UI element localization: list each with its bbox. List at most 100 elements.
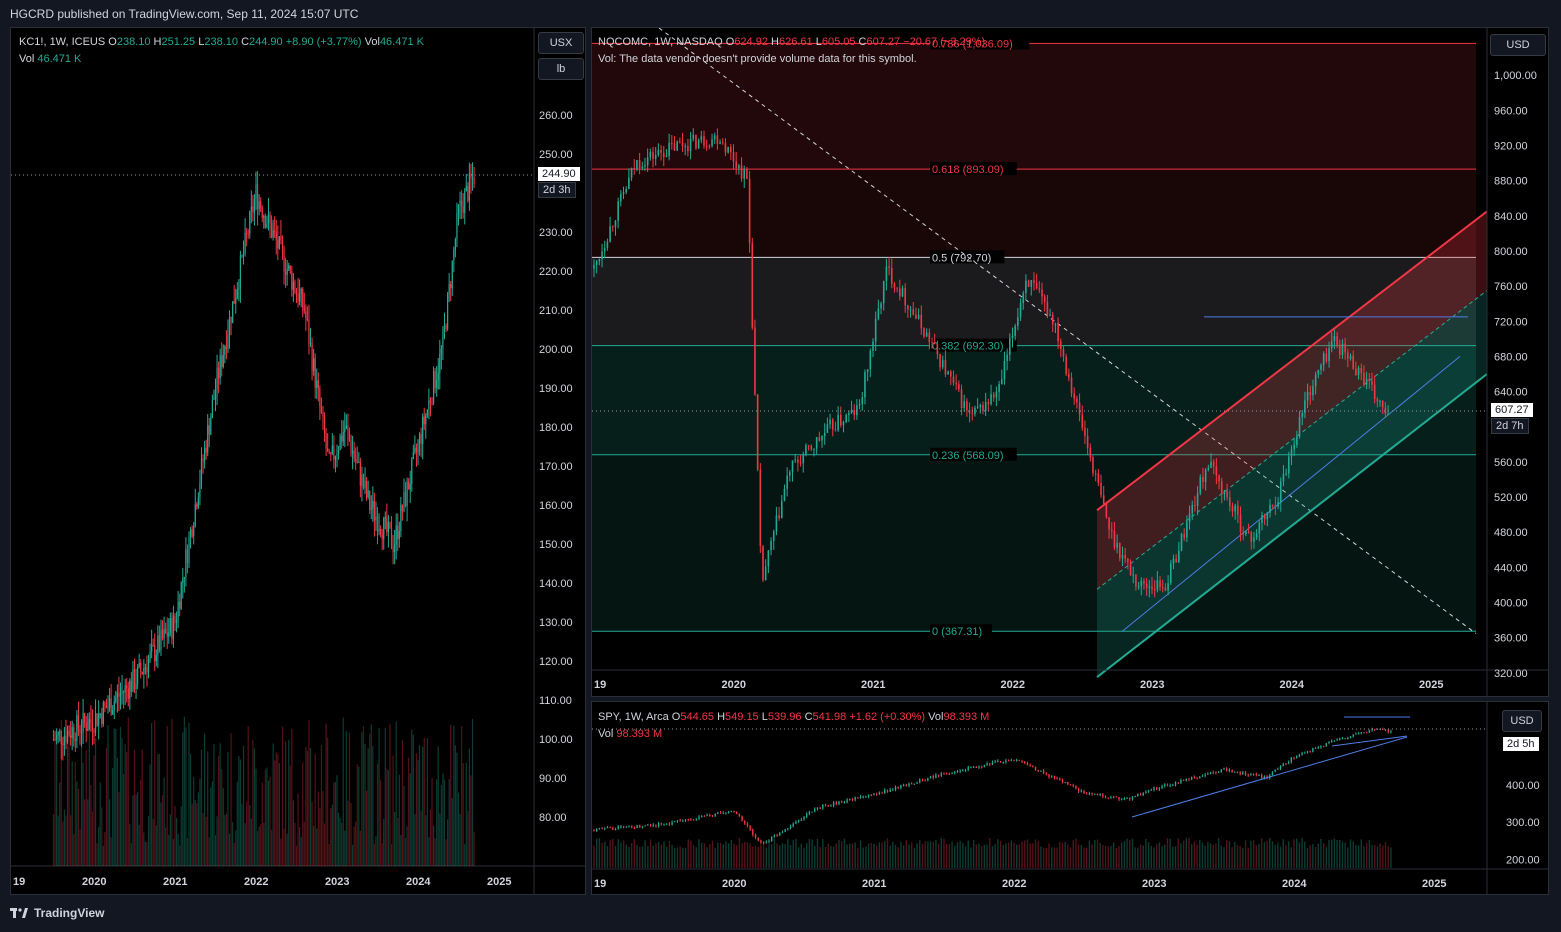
- spy-volume-bar: [1263, 842, 1266, 868]
- kc-candle-body: [320, 406, 323, 413]
- kc-volume-bar: [470, 775, 472, 866]
- kc-candle-body: [155, 655, 157, 662]
- kc-chart-svg[interactable]: 260.00250.00230.00220.00210.00200.00190.…: [11, 28, 586, 895]
- spy-candle-body: [1013, 760, 1015, 762]
- spy-volume-bar: [690, 840, 692, 868]
- nq-candle-body: [716, 135, 719, 144]
- nq-candle-body: [866, 369, 869, 372]
- nq-candle-body: [1108, 517, 1110, 530]
- kc-candle-body: [93, 730, 95, 733]
- spy-candle-body: [593, 829, 595, 832]
- nq-candle-body: [1274, 505, 1277, 507]
- spy-volume-bar: [1115, 847, 1118, 868]
- spy-chart-svg[interactable]: 400.00300.00200.00 19 2020 2021 2022 2023 202…: [592, 702, 1549, 895]
- spy-candle-body: [1018, 759, 1021, 761]
- nq-candle-body: [1148, 586, 1151, 588]
- kc-volume-bar: [147, 815, 150, 866]
- kc-volume-bar: [439, 813, 441, 866]
- nq-candle-body: [1271, 504, 1274, 506]
- kc-currency-button[interactable]: USX: [538, 32, 584, 54]
- spy-volume-bar: [1131, 838, 1134, 868]
- kc-volume-bar: [79, 828, 81, 866]
- kc-candle-body: [238, 288, 240, 290]
- spy-volume-bar: [709, 844, 711, 868]
- spy-candle-body: [1040, 770, 1042, 772]
- spy-volume-bar: [1088, 840, 1091, 868]
- spy-volume-bar: [622, 840, 625, 868]
- kc-x-tick-1: 2020: [82, 876, 106, 888]
- kc-volume-bar: [166, 725, 168, 866]
- nqcomc-currency-button[interactable]: USD: [1490, 34, 1546, 56]
- kc-candle-body: [403, 491, 405, 512]
- spy-candle-body: [1032, 765, 1034, 768]
- kc-volume-bar: [448, 779, 450, 866]
- spy-chart-panel[interactable]: 400.00 300.00 200.00 19 2020 2021 2022 2023 202…: [591, 701, 1549, 895]
- kc-volume-bar: [177, 833, 179, 866]
- nq-candle-body: [1102, 495, 1105, 504]
- spy-currency-button[interactable]: USD: [1502, 710, 1542, 732]
- spy-volume-bar: [1220, 845, 1223, 868]
- spy-change: +1.62 (+0.30%): [849, 711, 926, 723]
- nq-candle-body: [944, 360, 947, 375]
- nq-candle-body: [933, 343, 936, 345]
- spy-volume-bar: [1172, 846, 1174, 868]
- kc-unit-button[interactable]: lb: [538, 58, 584, 80]
- spy-volume-bar: [967, 840, 969, 868]
- spy-volume-bar: [986, 844, 988, 868]
- kc-candle-body: [219, 355, 221, 379]
- kc-volume-bar: [319, 808, 321, 866]
- nq-candle-body: [963, 401, 966, 409]
- nqcomc-chart-svg[interactable]: 0.786 (1,036.09)0.618 (893.09)0.5 (792.7…: [592, 28, 1549, 697]
- nq-candle-body: [1110, 529, 1113, 531]
- kc-volume-bar: [418, 744, 421, 866]
- kc-candle-body: [76, 715, 78, 741]
- nqcomc-chart-panel[interactable]: 0.786 (1,036.09) 0.618 (893.09) 0.5 (792.7…: [591, 27, 1549, 697]
- kc-volume-bar: [464, 843, 466, 866]
- kc-volume-bar: [157, 753, 159, 866]
- kc-candle-body: [281, 239, 284, 249]
- kc-candle-body: [107, 707, 109, 709]
- nq-candle-body: [831, 419, 834, 430]
- nq-candle-body: [885, 266, 888, 281]
- spy-candle-body: [636, 824, 638, 828]
- kc-chart-panel[interactable]: 260.00 250.00 230.00 220.00 210.00 200.00 190.…: [10, 27, 586, 895]
- spy-candle-body: [805, 813, 808, 817]
- kc-candle-body: [270, 223, 273, 238]
- spy-volume-bar: [714, 847, 716, 868]
- spy-candle-body: [1080, 790, 1083, 792]
- nq-y-tick-11: 560.00: [1494, 457, 1528, 469]
- spy-volume-bar: [1037, 841, 1039, 868]
- kc-volume-bar: [121, 738, 123, 866]
- spy-volume-bar: [994, 844, 996, 868]
- spy-volume-bar: [1075, 838, 1077, 868]
- kc-candle-body: [191, 529, 193, 537]
- kc-volume-bar: [431, 777, 433, 866]
- kc-candle-body: [182, 578, 184, 583]
- kc-candle-body: [328, 451, 330, 453]
- spy-volume-bar: [814, 845, 816, 868]
- kc-candle-body: [381, 534, 383, 539]
- nq-candle-body: [1330, 340, 1333, 349]
- kc-volume-bar: [227, 752, 229, 866]
- kc-volume-bar: [54, 731, 56, 866]
- nq-candle-body: [856, 405, 858, 416]
- kc-candle-body: [185, 549, 187, 578]
- kc-volume-bar: [367, 748, 369, 866]
- spy-candle-body: [1120, 798, 1123, 800]
- nq-candle-body: [1282, 473, 1285, 482]
- kc-volume-bar: [426, 738, 428, 866]
- kc-candle-body: [233, 301, 235, 304]
- spy-volume-bar: [1064, 841, 1066, 868]
- spy-volume-bar: [894, 844, 897, 868]
- kc-volume-bar: [207, 751, 209, 866]
- kc-volume-bar: [457, 792, 460, 866]
- spy-legend: SPY, 1W, Arca O544.65 H549.15 L539.96 C5…: [598, 711, 990, 723]
- spy-volume-bar: [1045, 847, 1048, 868]
- nq-candle-body: [869, 350, 872, 370]
- nq-y-tick-8: 680.00: [1494, 351, 1528, 363]
- nq-candle-body: [987, 402, 990, 405]
- nq-candle-body: [1223, 491, 1226, 495]
- kc-candle-body: [121, 691, 123, 695]
- kc-volume-bar: [189, 754, 192, 866]
- spy-candle-body: [940, 773, 943, 776]
